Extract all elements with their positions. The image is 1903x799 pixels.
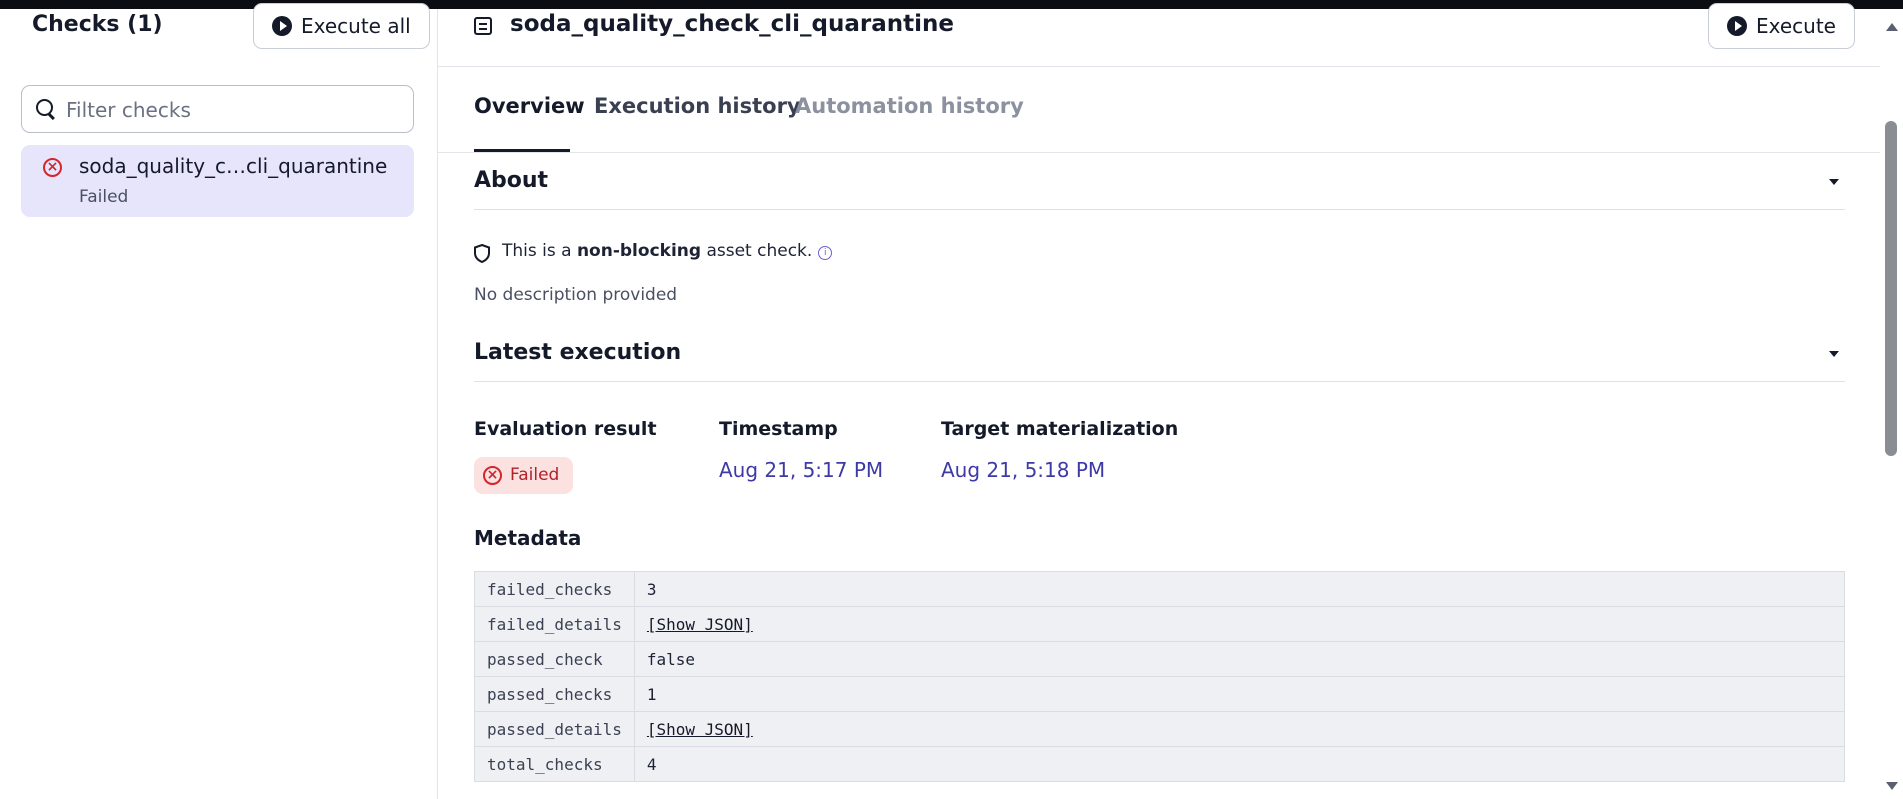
metadata-key: passed_details: [474, 711, 635, 747]
play-icon: [272, 16, 292, 36]
timestamp-link[interactable]: Aug 21, 5:17 PM: [719, 458, 883, 482]
execute-label: Execute: [1756, 14, 1836, 38]
table-row: failed_details [Show JSON]: [474, 606, 1846, 642]
tab-overview[interactable]: Overview: [474, 94, 585, 118]
page-title: soda_quality_check_cli_quarantine: [510, 11, 954, 37]
search-icon: [36, 99, 53, 116]
metadata-value: 3: [633, 571, 1846, 607]
show-json-link[interactable]: [Show JSON]: [647, 720, 753, 739]
table-row: failed_checks 3: [474, 571, 1846, 607]
filter-checks-field[interactable]: [21, 85, 414, 134]
metadata-value: 4: [633, 746, 1846, 782]
evaluation-status-badge: × Failed: [474, 457, 573, 494]
metadata-heading: Metadata: [474, 526, 582, 550]
target-materialization-link[interactable]: Aug 21, 5:18 PM: [941, 458, 1105, 482]
vertical-scrollbar[interactable]: [1880, 9, 1903, 799]
detail-header: soda_quality_check_cli_quarantine Execut…: [438, 3, 1881, 67]
filter-checks-input[interactable]: [64, 86, 408, 134]
check-list-item[interactable]: × soda_quality_c…cli_quarantine Failed: [21, 145, 414, 217]
metadata-key: total_checks: [474, 746, 635, 782]
execute-all-button[interactable]: Execute all: [253, 3, 430, 49]
check-detail-panel: soda_quality_check_cli_quarantine Execut…: [438, 3, 1903, 799]
timestamp-label: Timestamp: [719, 418, 838, 440]
failed-x-icon: ×: [43, 158, 62, 177]
about-section-header[interactable]: About: [474, 154, 1845, 210]
table-row: total_checks 4: [474, 746, 1846, 782]
latest-execution-heading: Latest execution: [474, 340, 682, 365]
checks-sidebar: Checks (1) Execute all × soda_quality_c……: [0, 3, 438, 799]
caret-down-icon[interactable]: [1829, 351, 1839, 357]
failed-x-icon: ×: [483, 466, 502, 485]
metadata-key: failed_details: [474, 606, 635, 642]
check-description: No description provided: [474, 285, 678, 305]
metadata-table: failed_checks 3 failed_details [Show JSO…: [474, 571, 1846, 782]
tab-bar: Overview Execution history Automation hi…: [438, 66, 1881, 153]
check-item-name: soda_quality_c…cli_quarantine: [79, 154, 388, 178]
scrollbar-thumb[interactable]: [1885, 121, 1897, 456]
non-blocking-bold: non-blocking: [576, 241, 702, 261]
metadata-value-cell: [Show JSON]: [633, 711, 1846, 747]
active-tab-indicator: [474, 149, 570, 152]
show-json-link[interactable]: [Show JSON]: [647, 615, 753, 634]
execute-button[interactable]: Execute: [1708, 3, 1855, 49]
execute-all-label: Execute all: [301, 14, 411, 38]
asset-check-icon: [474, 17, 492, 35]
table-row: passed_details [Show JSON]: [474, 711, 1846, 747]
non-blocking-suffix: asset check.: [701, 241, 813, 261]
checks-title: Checks (1): [32, 12, 163, 37]
shield-icon: [474, 244, 490, 263]
play-icon: [1727, 16, 1747, 36]
non-blocking-prefix: This is a: [502, 241, 577, 261]
about-heading: About: [474, 168, 549, 193]
metadata-key: failed_checks: [474, 571, 635, 607]
evaluation-status-text: Failed: [510, 465, 560, 485]
check-item-status: Failed: [79, 187, 129, 207]
metadata-value-cell: [Show JSON]: [633, 606, 1846, 642]
tab-automation-history: Automation history: [795, 94, 1024, 118]
metadata-key: passed_check: [474, 641, 635, 677]
tab-execution-history[interactable]: Execution history: [594, 94, 801, 118]
target-materialization-label: Target materialization: [941, 418, 1179, 440]
table-row: passed_check false: [474, 641, 1846, 677]
info-icon[interactable]: i: [818, 246, 833, 260]
caret-down-icon[interactable]: [1829, 179, 1839, 185]
non-blocking-notice: This is a non-blocking asset check. i: [502, 241, 833, 261]
table-row: passed_checks 1: [474, 676, 1846, 712]
scroll-down-arrow-icon[interactable]: [1886, 782, 1898, 790]
metadata-key: passed_checks: [474, 676, 635, 712]
metadata-value: false: [633, 641, 1846, 677]
metadata-value: 1: [633, 676, 1846, 712]
evaluation-result-label: Evaluation result: [474, 418, 657, 440]
scroll-up-arrow-icon[interactable]: [1886, 23, 1898, 31]
latest-execution-section-header[interactable]: Latest execution: [474, 326, 1845, 382]
